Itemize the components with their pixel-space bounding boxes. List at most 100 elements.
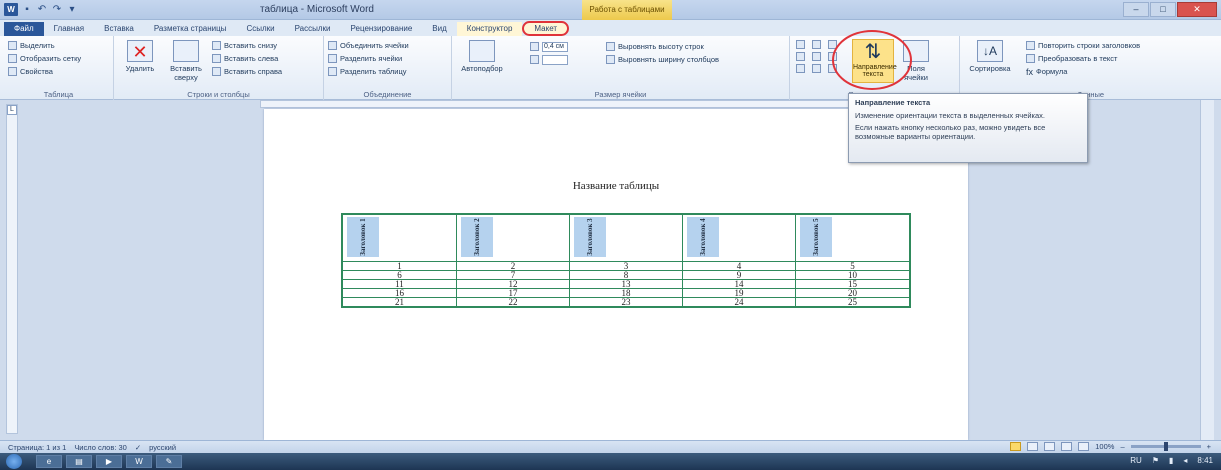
tab-mailings[interactable]: Рассылки xyxy=(285,22,341,36)
start-button-icon[interactable] xyxy=(6,454,22,469)
web-layout-view-icon[interactable] xyxy=(1044,442,1056,451)
full-screen-view-icon[interactable] xyxy=(1027,442,1039,451)
taskbar: e ▤ ▶ W ✎ RU ⚑ ▮ ◂ 8:41 xyxy=(0,453,1221,470)
print-layout-view-icon[interactable] xyxy=(1010,442,1022,451)
formula-button[interactable]: fx Формула xyxy=(1022,65,1140,78)
sort-button[interactable]: ↓A Сортировка xyxy=(968,40,1012,73)
table-cell[interactable]: 24 xyxy=(682,297,797,308)
insert-above-icon xyxy=(173,40,199,62)
zoom-out-icon[interactable]: – xyxy=(1120,442,1124,451)
tab-insert[interactable]: Вставка xyxy=(94,22,144,36)
minimize-button[interactable]: – xyxy=(1123,2,1149,17)
close-button[interactable]: ✕ xyxy=(1177,2,1217,17)
align-middle-center-icon[interactable] xyxy=(812,52,821,61)
header-cell-highlight: Заголовок 5 xyxy=(800,217,833,257)
document-table[interactable]: Заголовок 1 Заголовок 2 Заголовок 3 Заго… xyxy=(341,213,911,308)
merge-cells-button[interactable]: Объединить ячейки xyxy=(324,39,451,52)
tab-layout[interactable]: Макет xyxy=(522,21,570,36)
vertical-scrollbar[interactable] xyxy=(1200,100,1214,440)
word-taskbar-icon[interactable]: W xyxy=(126,455,152,468)
properties-label: Свойства xyxy=(20,67,53,76)
tab-references[interactable]: Ссылки xyxy=(236,22,284,36)
align-top-center-icon[interactable] xyxy=(812,40,821,49)
clock[interactable]: 8:41 xyxy=(1197,456,1213,465)
explorer-taskbar-icon[interactable]: ▤ xyxy=(66,455,92,468)
table-header-cell[interactable]: Заголовок 2 xyxy=(455,213,570,262)
split-table-icon xyxy=(328,67,337,76)
insert-above-button[interactable]: Вставить сверху xyxy=(164,40,208,82)
column-width-icon xyxy=(530,55,539,64)
tray-volume-icon[interactable]: ◂ xyxy=(1183,456,1187,465)
insert-right-button[interactable]: Вставить справа xyxy=(208,65,282,78)
language-indicator[interactable]: русский xyxy=(149,443,176,452)
autofit-button[interactable]: Автоподбор xyxy=(458,40,506,73)
align-bottom-center-icon[interactable] xyxy=(812,64,821,73)
select-button[interactable]: Выделить xyxy=(4,39,113,52)
draft-view-icon[interactable] xyxy=(1078,442,1090,451)
table-cell[interactable]: 22 xyxy=(455,297,570,308)
view-gridlines-button[interactable]: Отобразить сетку xyxy=(4,52,113,65)
ie-taskbar-icon[interactable]: e xyxy=(36,455,62,468)
outline-view-icon[interactable] xyxy=(1061,442,1073,451)
zoom-slider-knob[interactable] xyxy=(1163,442,1168,451)
merge-cells-label: Объединить ячейки xyxy=(340,41,409,50)
delete-button[interactable]: ✕ Удалить xyxy=(120,40,160,73)
row-height-value[interactable]: 0,4 см xyxy=(542,41,568,52)
customize-qat-icon[interactable]: ▾ xyxy=(66,4,78,16)
row-height-field[interactable]: 0,4 см xyxy=(526,40,568,53)
merge-cells-icon xyxy=(328,41,337,50)
save-icon[interactable]: ▪ xyxy=(21,4,33,16)
convert-to-text-label: Преобразовать в текст xyxy=(1038,54,1118,63)
vertical-ruler: L xyxy=(6,104,18,434)
word-app-icon[interactable]: W xyxy=(4,3,18,16)
tab-home[interactable]: Главная xyxy=(44,22,94,36)
properties-button[interactable]: Свойства xyxy=(4,65,113,78)
quick-access-toolbar: W ▪ ↶ ↷ ▾ xyxy=(4,3,78,16)
page-count[interactable]: Страница: 1 из 1 xyxy=(8,443,66,452)
paint-taskbar-icon[interactable]: ✎ xyxy=(156,455,182,468)
keyboard-language[interactable]: RU xyxy=(1130,456,1142,465)
distribute-columns-button[interactable]: Выровнять ширину столбцов xyxy=(602,53,719,66)
align-middle-left-icon[interactable] xyxy=(796,52,805,61)
tab-design[interactable]: Конструктор xyxy=(456,22,523,36)
tray-network-icon[interactable]: ▮ xyxy=(1169,456,1173,465)
table-cell[interactable]: 25 xyxy=(795,297,911,308)
group-merge: Объединить ячейки Разделить ячейки Разде… xyxy=(324,36,452,100)
window-controls: – □ ✕ xyxy=(1123,2,1217,17)
split-cells-button[interactable]: Разделить ячейки xyxy=(324,52,451,65)
insert-right-icon xyxy=(212,67,221,76)
zoom-slider[interactable] xyxy=(1130,442,1201,451)
convert-to-text-button[interactable]: Преобразовать в текст xyxy=(1022,52,1140,65)
tab-view[interactable]: Вид xyxy=(422,22,456,36)
table-header-cell[interactable]: Заголовок 3 xyxy=(568,213,684,262)
table-cell[interactable]: 21 xyxy=(341,297,457,308)
tab-review[interactable]: Рецензирование xyxy=(341,22,423,36)
insert-left-button[interactable]: Вставить слева xyxy=(208,52,282,65)
distribute-rows-icon xyxy=(606,42,615,51)
align-top-left-icon[interactable] xyxy=(796,40,805,49)
spellcheck-icon[interactable]: ✓ xyxy=(135,443,141,452)
tooltip-line-2: Если нажать кнопку несколько раз, можно … xyxy=(855,123,1046,141)
split-table-button[interactable]: Разделить таблицу xyxy=(324,65,451,78)
column-width-field[interactable] xyxy=(526,53,568,66)
maximize-button[interactable]: □ xyxy=(1150,2,1176,17)
tray-flag-icon[interactable]: ⚑ xyxy=(1152,456,1159,465)
table-cell[interactable]: 23 xyxy=(568,297,684,308)
media-player-taskbar-icon[interactable]: ▶ xyxy=(96,455,122,468)
ruler-toggle[interactable]: L xyxy=(7,105,17,115)
table-header-cell[interactable]: Заголовок 4 xyxy=(682,213,797,262)
distribute-rows-button[interactable]: Выровнять высоту строк xyxy=(602,40,719,53)
table-header-cell[interactable]: Заголовок 1 xyxy=(341,213,457,262)
undo-icon[interactable]: ↶ xyxy=(36,4,48,16)
zoom-in-icon[interactable]: + xyxy=(1207,442,1211,451)
column-width-value[interactable] xyxy=(542,54,568,65)
tab-page-layout[interactable]: Разметка страницы xyxy=(144,22,237,36)
zoom-level[interactable]: 100% xyxy=(1095,442,1114,451)
redo-icon[interactable]: ↷ xyxy=(51,4,63,16)
word-count[interactable]: Число слов: 30 xyxy=(74,443,127,452)
tab-file[interactable]: Файл xyxy=(4,22,44,36)
repeat-header-rows-button[interactable]: Повторить строки заголовков xyxy=(1022,39,1140,52)
align-bottom-left-icon[interactable] xyxy=(796,64,805,73)
insert-below-button[interactable]: Вставить снизу xyxy=(208,39,282,52)
table-header-cell[interactable]: Заголовок 5 xyxy=(795,213,911,262)
